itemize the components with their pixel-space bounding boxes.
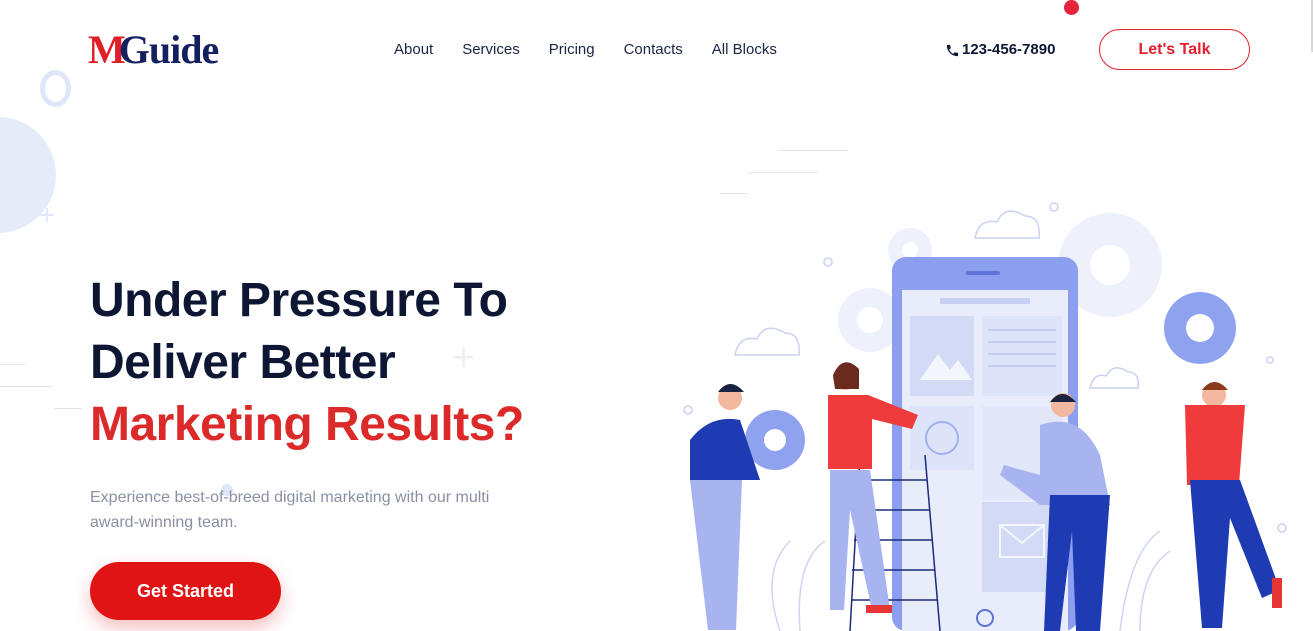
hero-subtitle: Experience best-of-breed digital marketi… xyxy=(90,489,490,531)
decorative-line xyxy=(0,364,25,365)
nav-item-contacts[interactable]: Contacts xyxy=(624,40,683,60)
decorative-plus-icon: + xyxy=(38,203,57,228)
headline-line-3: Marketing Results? xyxy=(90,398,524,451)
nav-item-about[interactable]: About xyxy=(394,40,433,60)
decorative-line xyxy=(0,386,52,387)
decorative-blob xyxy=(0,117,56,233)
decorative-line xyxy=(54,408,82,409)
headline-line-1: Under Pressure To xyxy=(90,274,508,327)
phone-link[interactable]: 123-456-7890 xyxy=(945,40,1055,60)
phone-icon xyxy=(946,44,959,56)
person-illustration xyxy=(690,384,760,630)
lets-talk-button[interactable]: Let's Talk xyxy=(1099,29,1250,70)
logo-text: Guide xyxy=(118,27,219,72)
hero-headline: Under Pressure To Deliver Better Marketi… xyxy=(90,270,524,456)
decorative-ring xyxy=(40,70,71,107)
brand-logo[interactable]: MGuide xyxy=(88,27,219,72)
nav-item-all-blocks[interactable]: All Blocks xyxy=(712,40,777,60)
decorative-dot xyxy=(1064,0,1079,15)
get-started-button[interactable]: Get Started xyxy=(90,562,281,620)
main-nav: About Services Pricing Contacts All Bloc… xyxy=(394,40,806,60)
nav-item-services[interactable]: Services xyxy=(462,40,520,60)
nav-item-pricing[interactable]: Pricing xyxy=(549,40,595,60)
phone-number: 123-456-7890 xyxy=(962,41,1056,58)
team-illustration xyxy=(683,202,1287,631)
person-illustration xyxy=(1185,382,1282,628)
headline-line-2: Deliver Better xyxy=(90,336,396,389)
